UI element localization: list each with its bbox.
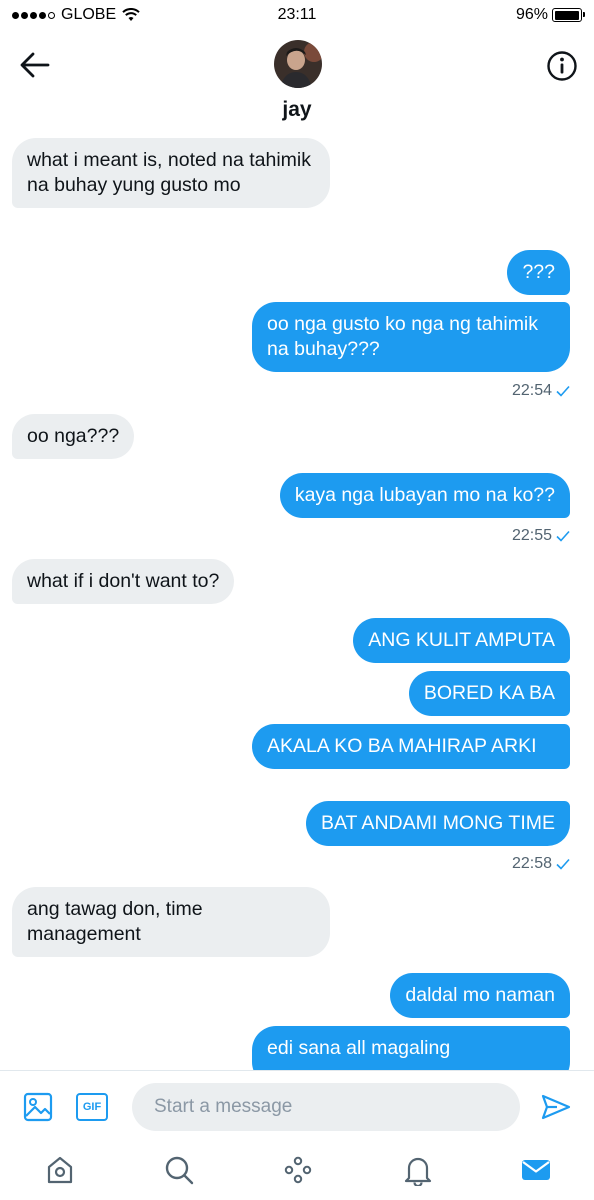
timestamp-text: 22:54 — [511, 382, 552, 399]
message-outgoing[interactable]: oo nga gusto ko nga ng tahimik na buhay?… — [252, 302, 570, 372]
message-input[interactable] — [132, 1083, 520, 1131]
message-composer: GIF — [0, 1070, 594, 1142]
message-outgoing[interactable]: AKALA KO BA MAHIRAP ARKI — [252, 724, 570, 769]
message-outgoing[interactable]: ANG KULIT AMPUTA — [353, 618, 570, 663]
messages-mail-icon[interactable] — [520, 1154, 552, 1186]
message-timestamp: 22:55 — [512, 527, 570, 545]
sent-check-icon — [556, 858, 570, 870]
sent-check-icon — [556, 385, 570, 397]
gif-button[interactable]: GIF — [76, 1093, 108, 1121]
message-incoming[interactable]: what i meant is, noted na tahimik na buh… — [12, 138, 330, 208]
message-outgoing[interactable]: BORED KA BA — [408, 671, 570, 716]
conversation-header: jay — [0, 32, 594, 128]
timestamp-text: 22:58 — [511, 855, 552, 872]
contact-name[interactable]: jay — [0, 98, 594, 122]
message-incoming[interactable]: oo nga??? — [12, 414, 135, 459]
battery-percent: 96% — [515, 6, 548, 23]
sent-check-icon — [556, 530, 570, 542]
home-icon[interactable] — [44, 1154, 76, 1186]
search-icon[interactable] — [163, 1154, 195, 1186]
info-icon[interactable] — [546, 50, 578, 82]
image-icon[interactable] — [22, 1091, 54, 1123]
status-bar: GLOBE 23:11 96% — [0, 0, 594, 32]
message-outgoing[interactable]: daldal mo naman — [390, 973, 570, 1018]
status-time: 23:11 — [277, 6, 317, 23]
message-incoming[interactable]: ang tawag don, time management — [12, 887, 330, 957]
message-incoming[interactable]: what if i don't want to? — [12, 559, 235, 604]
spaces-icon[interactable] — [282, 1154, 314, 1186]
status-right: 96% — [515, 6, 585, 24]
message-timestamp: 22:54 — [512, 382, 570, 400]
message-timestamp: 22:58 — [512, 855, 570, 873]
message-outgoing[interactable]: BAT ANDAMI MONG TIME — [305, 801, 570, 846]
bottom-tab-bar — [0, 1142, 594, 1200]
message-outgoing[interactable]: kaya nga lubayan mo na ko?? — [279, 473, 570, 518]
back-arrow-icon[interactable] — [18, 50, 52, 80]
timestamp-text: 22:55 — [511, 527, 552, 544]
battery-icon — [552, 8, 585, 22]
send-icon[interactable] — [540, 1091, 572, 1123]
message-outgoing[interactable]: ??? — [507, 250, 570, 295]
notifications-bell-icon[interactable] — [402, 1154, 434, 1186]
avatar[interactable] — [274, 40, 322, 88]
